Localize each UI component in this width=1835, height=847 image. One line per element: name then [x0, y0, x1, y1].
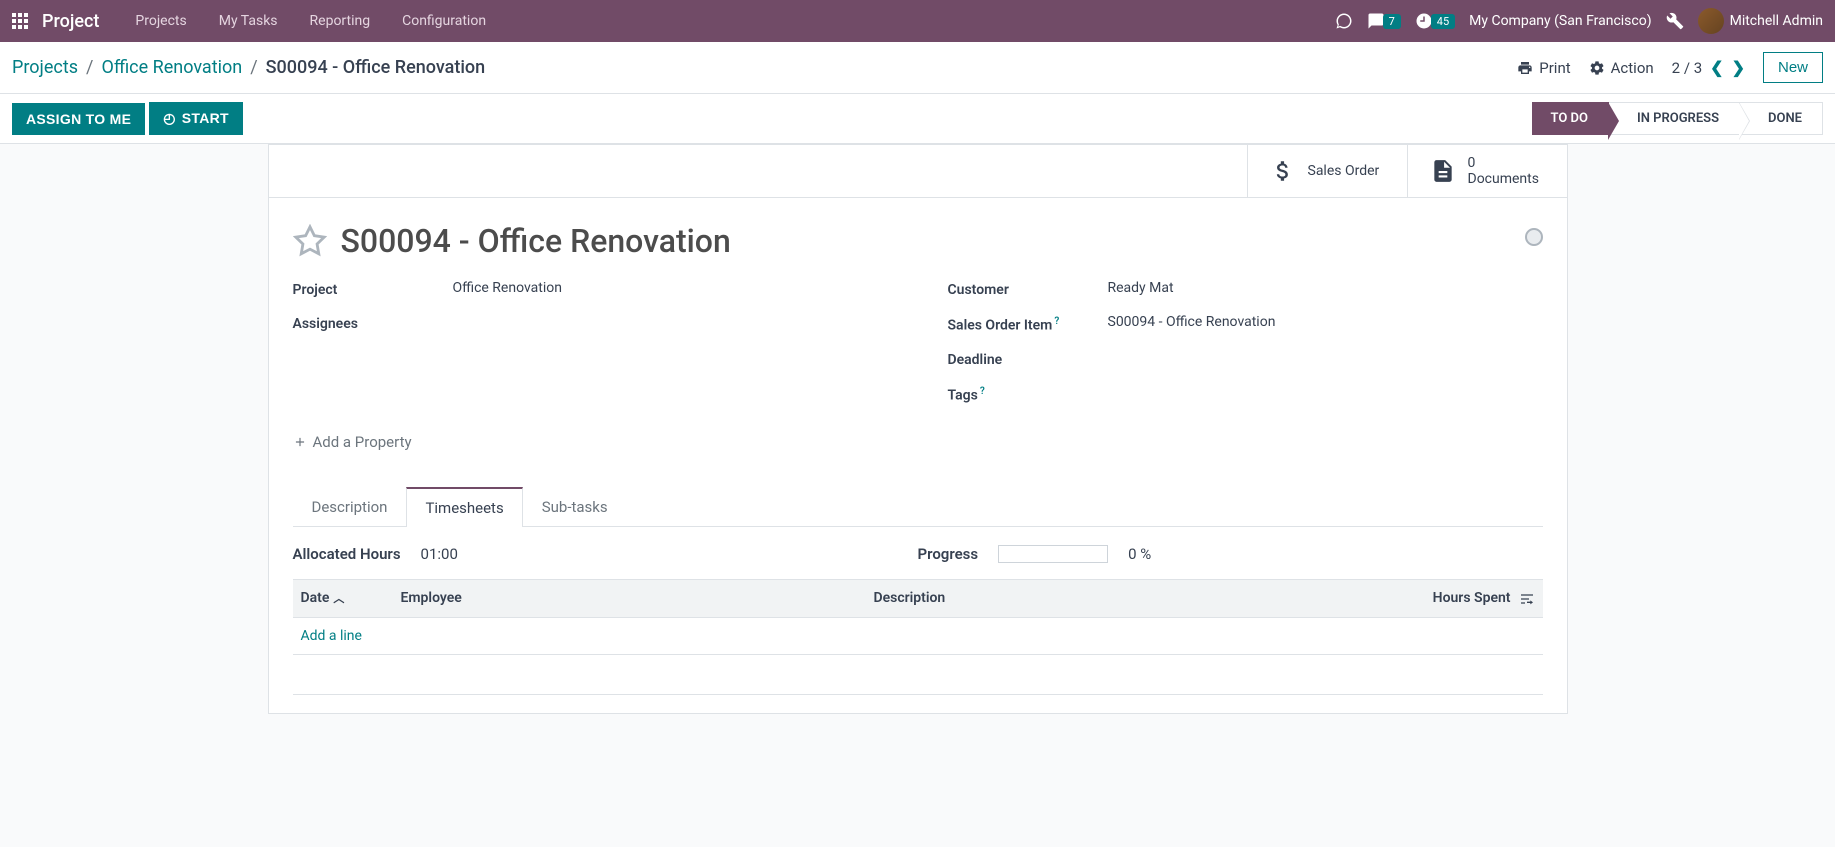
messages-badge: 7 [1383, 14, 1401, 29]
column-settings-icon[interactable] [1519, 591, 1535, 607]
sort-asc-icon: ︿ [333, 592, 344, 605]
new-button[interactable]: New [1763, 52, 1823, 83]
help-icon[interactable]: ? [1054, 316, 1059, 327]
print-button[interactable]: Print [1517, 59, 1570, 77]
button-box: Sales Order 0 Documents [269, 145, 1567, 198]
label-progress: Progress [918, 545, 979, 563]
support-icon[interactable] [1335, 12, 1353, 30]
user-name: Mitchell Admin [1730, 13, 1823, 29]
timesheets-panel: Allocated Hours 01:00 Progress 0 % Date︿… [269, 527, 1567, 712]
messages-icon[interactable]: 7 [1367, 12, 1401, 30]
stage-inprogress[interactable]: IN PROGRESS [1609, 102, 1740, 135]
status-bar: ASSIGN TO ME ◴START TO DO IN PROGRESS DO… [0, 94, 1835, 144]
label-assignees: Assignees [293, 314, 453, 332]
label-tags: Tags? [948, 384, 1108, 404]
progress-bar [998, 545, 1108, 563]
pager: 2 / 3 ❮ ❯ [1672, 58, 1745, 77]
table-row: Add a line [293, 617, 1543, 654]
nav-configuration[interactable]: Configuration [402, 13, 486, 29]
dollar-icon [1270, 158, 1296, 184]
column-description[interactable]: Description [865, 580, 1402, 617]
timesheet-table: Date︿ Employee Description Hours Spent A… [293, 579, 1543, 694]
field-allocated-hours[interactable]: 01:00 [421, 545, 458, 563]
stage-bar: TO DO IN PROGRESS DONE [1532, 102, 1823, 135]
activities-badge: 45 [1431, 14, 1455, 29]
start-button[interactable]: ◴START [149, 102, 243, 135]
clock-icon: ◴ [163, 110, 176, 126]
label-project: Project [293, 280, 453, 298]
pager-text[interactable]: 2 / 3 [1672, 59, 1703, 77]
task-title[interactable]: S00094 - Office Renovation [341, 222, 731, 260]
avatar [1698, 8, 1724, 34]
nav-reporting[interactable]: Reporting [310, 13, 371, 29]
assign-to-me-button[interactable]: ASSIGN TO ME [12, 103, 145, 135]
form-sheet: Sales Order 0 Documents S00094 - Office … [268, 144, 1568, 714]
breadcrumb-current: S00094 - Office Renovation [266, 57, 486, 78]
pager-prev-icon[interactable]: ❮ [1710, 58, 1723, 77]
column-date[interactable]: Date︿ [293, 580, 393, 617]
field-sales-order-item[interactable]: S00094 - Office Renovation [1108, 314, 1543, 330]
table-row [293, 654, 1543, 694]
nav-projects[interactable]: Projects [135, 13, 186, 29]
app-title[interactable]: Project [42, 11, 99, 32]
pager-next-icon[interactable]: ❯ [1732, 58, 1745, 77]
control-panel: Projects / Office Renovation / S00094 - … [0, 42, 1835, 94]
field-customer[interactable]: Ready Mat [1108, 280, 1543, 296]
add-line-button[interactable]: Add a line [301, 628, 362, 644]
plus-icon [293, 435, 307, 449]
action-button[interactable]: Action [1589, 59, 1654, 77]
add-property-button[interactable]: Add a Property [293, 433, 1543, 451]
label-sales-order-item: Sales Order Item? [948, 314, 1108, 334]
breadcrumb-projects[interactable]: Projects [12, 57, 78, 78]
company-selector[interactable]: My Company (San Francisco) [1469, 13, 1651, 29]
progress-percent: 0 % [1128, 545, 1151, 563]
apps-menu-icon[interactable] [12, 13, 28, 29]
stage-todo[interactable]: TO DO [1532, 102, 1609, 135]
sales-order-button[interactable]: Sales Order [1247, 145, 1407, 197]
tab-description[interactable]: Description [293, 487, 407, 527]
breadcrumb-project[interactable]: Office Renovation [101, 57, 242, 78]
stage-done[interactable]: DONE [1740, 102, 1823, 135]
label-allocated-hours: Allocated Hours [293, 545, 401, 563]
tab-subtasks[interactable]: Sub-tasks [523, 487, 627, 527]
tab-timesheets[interactable]: Timesheets [406, 487, 522, 527]
label-customer: Customer [948, 280, 1108, 298]
column-hours[interactable]: Hours Spent [1403, 580, 1543, 617]
documents-button[interactable]: 0 Documents [1407, 145, 1567, 197]
help-icon[interactable]: ? [980, 386, 985, 397]
field-project[interactable]: Office Renovation [453, 280, 888, 296]
column-employee[interactable]: Employee [393, 580, 866, 617]
documents-count: 0 [1468, 155, 1539, 171]
kanban-state-icon[interactable] [1525, 228, 1543, 246]
activities-icon[interactable]: 45 [1415, 12, 1455, 30]
tabs: Description Timesheets Sub-tasks [293, 487, 1543, 527]
nav-my-tasks[interactable]: My Tasks [219, 13, 278, 29]
label-deadline: Deadline [948, 350, 1108, 368]
top-navbar: Project Projects My Tasks Reporting Conf… [0, 0, 1835, 42]
user-menu[interactable]: Mitchell Admin [1698, 8, 1823, 34]
document-icon [1430, 158, 1456, 184]
priority-star-icon[interactable] [293, 224, 327, 258]
breadcrumb: Projects / Office Renovation / S00094 - … [12, 57, 485, 78]
debug-icon[interactable] [1666, 12, 1684, 30]
